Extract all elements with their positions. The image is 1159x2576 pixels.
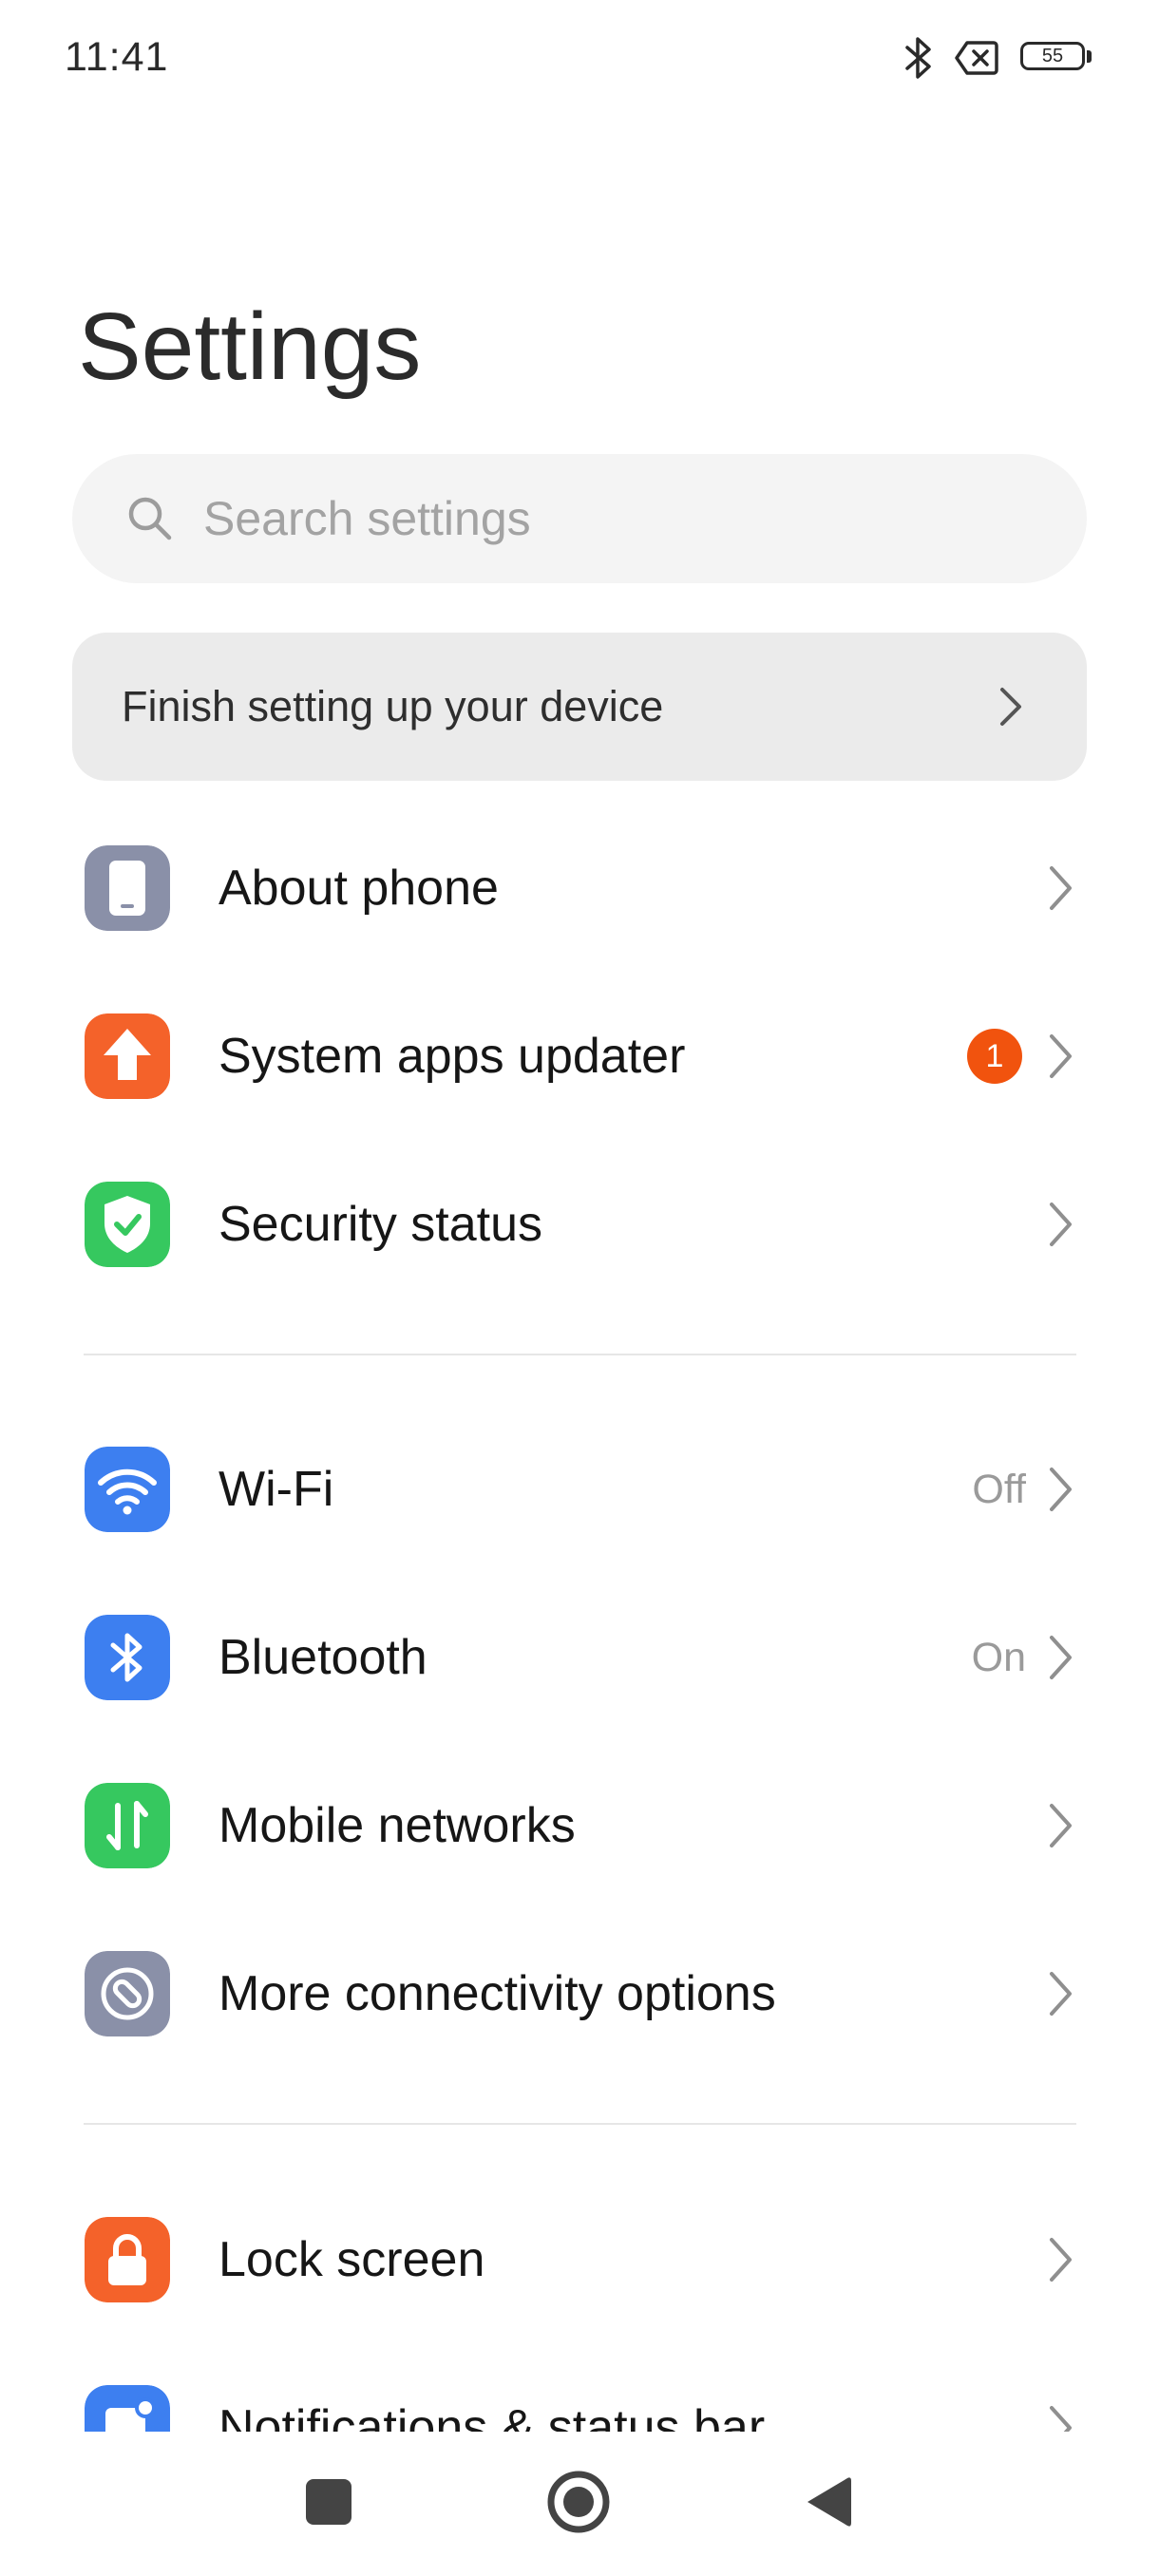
home-button[interactable]: [531, 2454, 626, 2549]
item-label: Security status: [218, 1197, 543, 1252]
item-label: System apps updater: [218, 1029, 686, 1084]
link-icon: [85, 1951, 170, 2036]
settings-item-wifi[interactable]: Wi-Fi Off: [0, 1405, 1159, 1574]
chevron-right-icon: [1047, 1032, 1074, 1085]
settings-item-bluetooth[interactable]: Bluetooth On: [0, 1573, 1159, 1742]
lock-icon: [85, 2217, 170, 2302]
item-label: Mobile networks: [218, 1798, 576, 1853]
chevron-right-icon: [1047, 2236, 1074, 2288]
update-count-badge: 1: [967, 1029, 1022, 1084]
back-triangle-icon: [808, 2477, 851, 2527]
wifi-status-value: Off: [972, 1467, 1026, 1512]
back-button[interactable]: [783, 2454, 878, 2549]
chevron-right-icon: [1047, 1970, 1074, 2022]
chevron-right-icon: [1047, 864, 1074, 917]
shield-check-icon: [85, 1182, 170, 1267]
bluetooth-icon: [85, 1615, 170, 1700]
section-divider: [84, 1354, 1076, 1355]
upload-arrow-icon: [85, 1013, 170, 1099]
wifi-icon: [85, 1447, 170, 1532]
settings-item-about-phone[interactable]: About phone: [0, 804, 1159, 973]
item-label: About phone: [218, 861, 499, 916]
item-label: Bluetooth: [218, 1630, 428, 1685]
settings-item-mobile-networks[interactable]: Mobile networks: [0, 1741, 1159, 1910]
settings-item-notifications[interactable]: Notifications & status bar: [0, 2343, 1159, 2432]
bluetooth-status-value: On: [971, 1635, 1026, 1680]
chevron-right-icon: [1047, 2404, 1074, 2432]
settings-list: About phone System apps updater 1 Securi…: [0, 0, 1159, 2432]
notification-icon: [85, 2385, 170, 2432]
settings-item-security-status[interactable]: Security status: [0, 1140, 1159, 1309]
chevron-right-icon: [1047, 1802, 1074, 1854]
settings-item-system-apps-updater[interactable]: System apps updater 1: [0, 972, 1159, 1141]
item-label: More connectivity options: [218, 1966, 776, 2021]
circle-icon: [547, 2471, 610, 2533]
settings-item-lock-screen[interactable]: Lock screen: [0, 2175, 1159, 2344]
item-label: Notifications & status bar: [218, 2400, 766, 2432]
recents-button[interactable]: [281, 2454, 376, 2549]
chevron-right-icon: [1047, 1466, 1074, 1518]
mobile-data-icon: [85, 1783, 170, 1868]
chevron-right-icon: [1047, 1201, 1074, 1253]
settings-item-more-connectivity[interactable]: More connectivity options: [0, 1909, 1159, 2078]
item-label: Lock screen: [218, 2232, 485, 2287]
section-divider: [84, 2123, 1076, 2125]
chevron-right-icon: [1047, 1634, 1074, 1686]
square-icon: [306, 2479, 352, 2525]
item-label: Wi-Fi: [218, 1462, 334, 1517]
phone-icon: [85, 845, 170, 931]
navigation-bar: [0, 2432, 1159, 2576]
